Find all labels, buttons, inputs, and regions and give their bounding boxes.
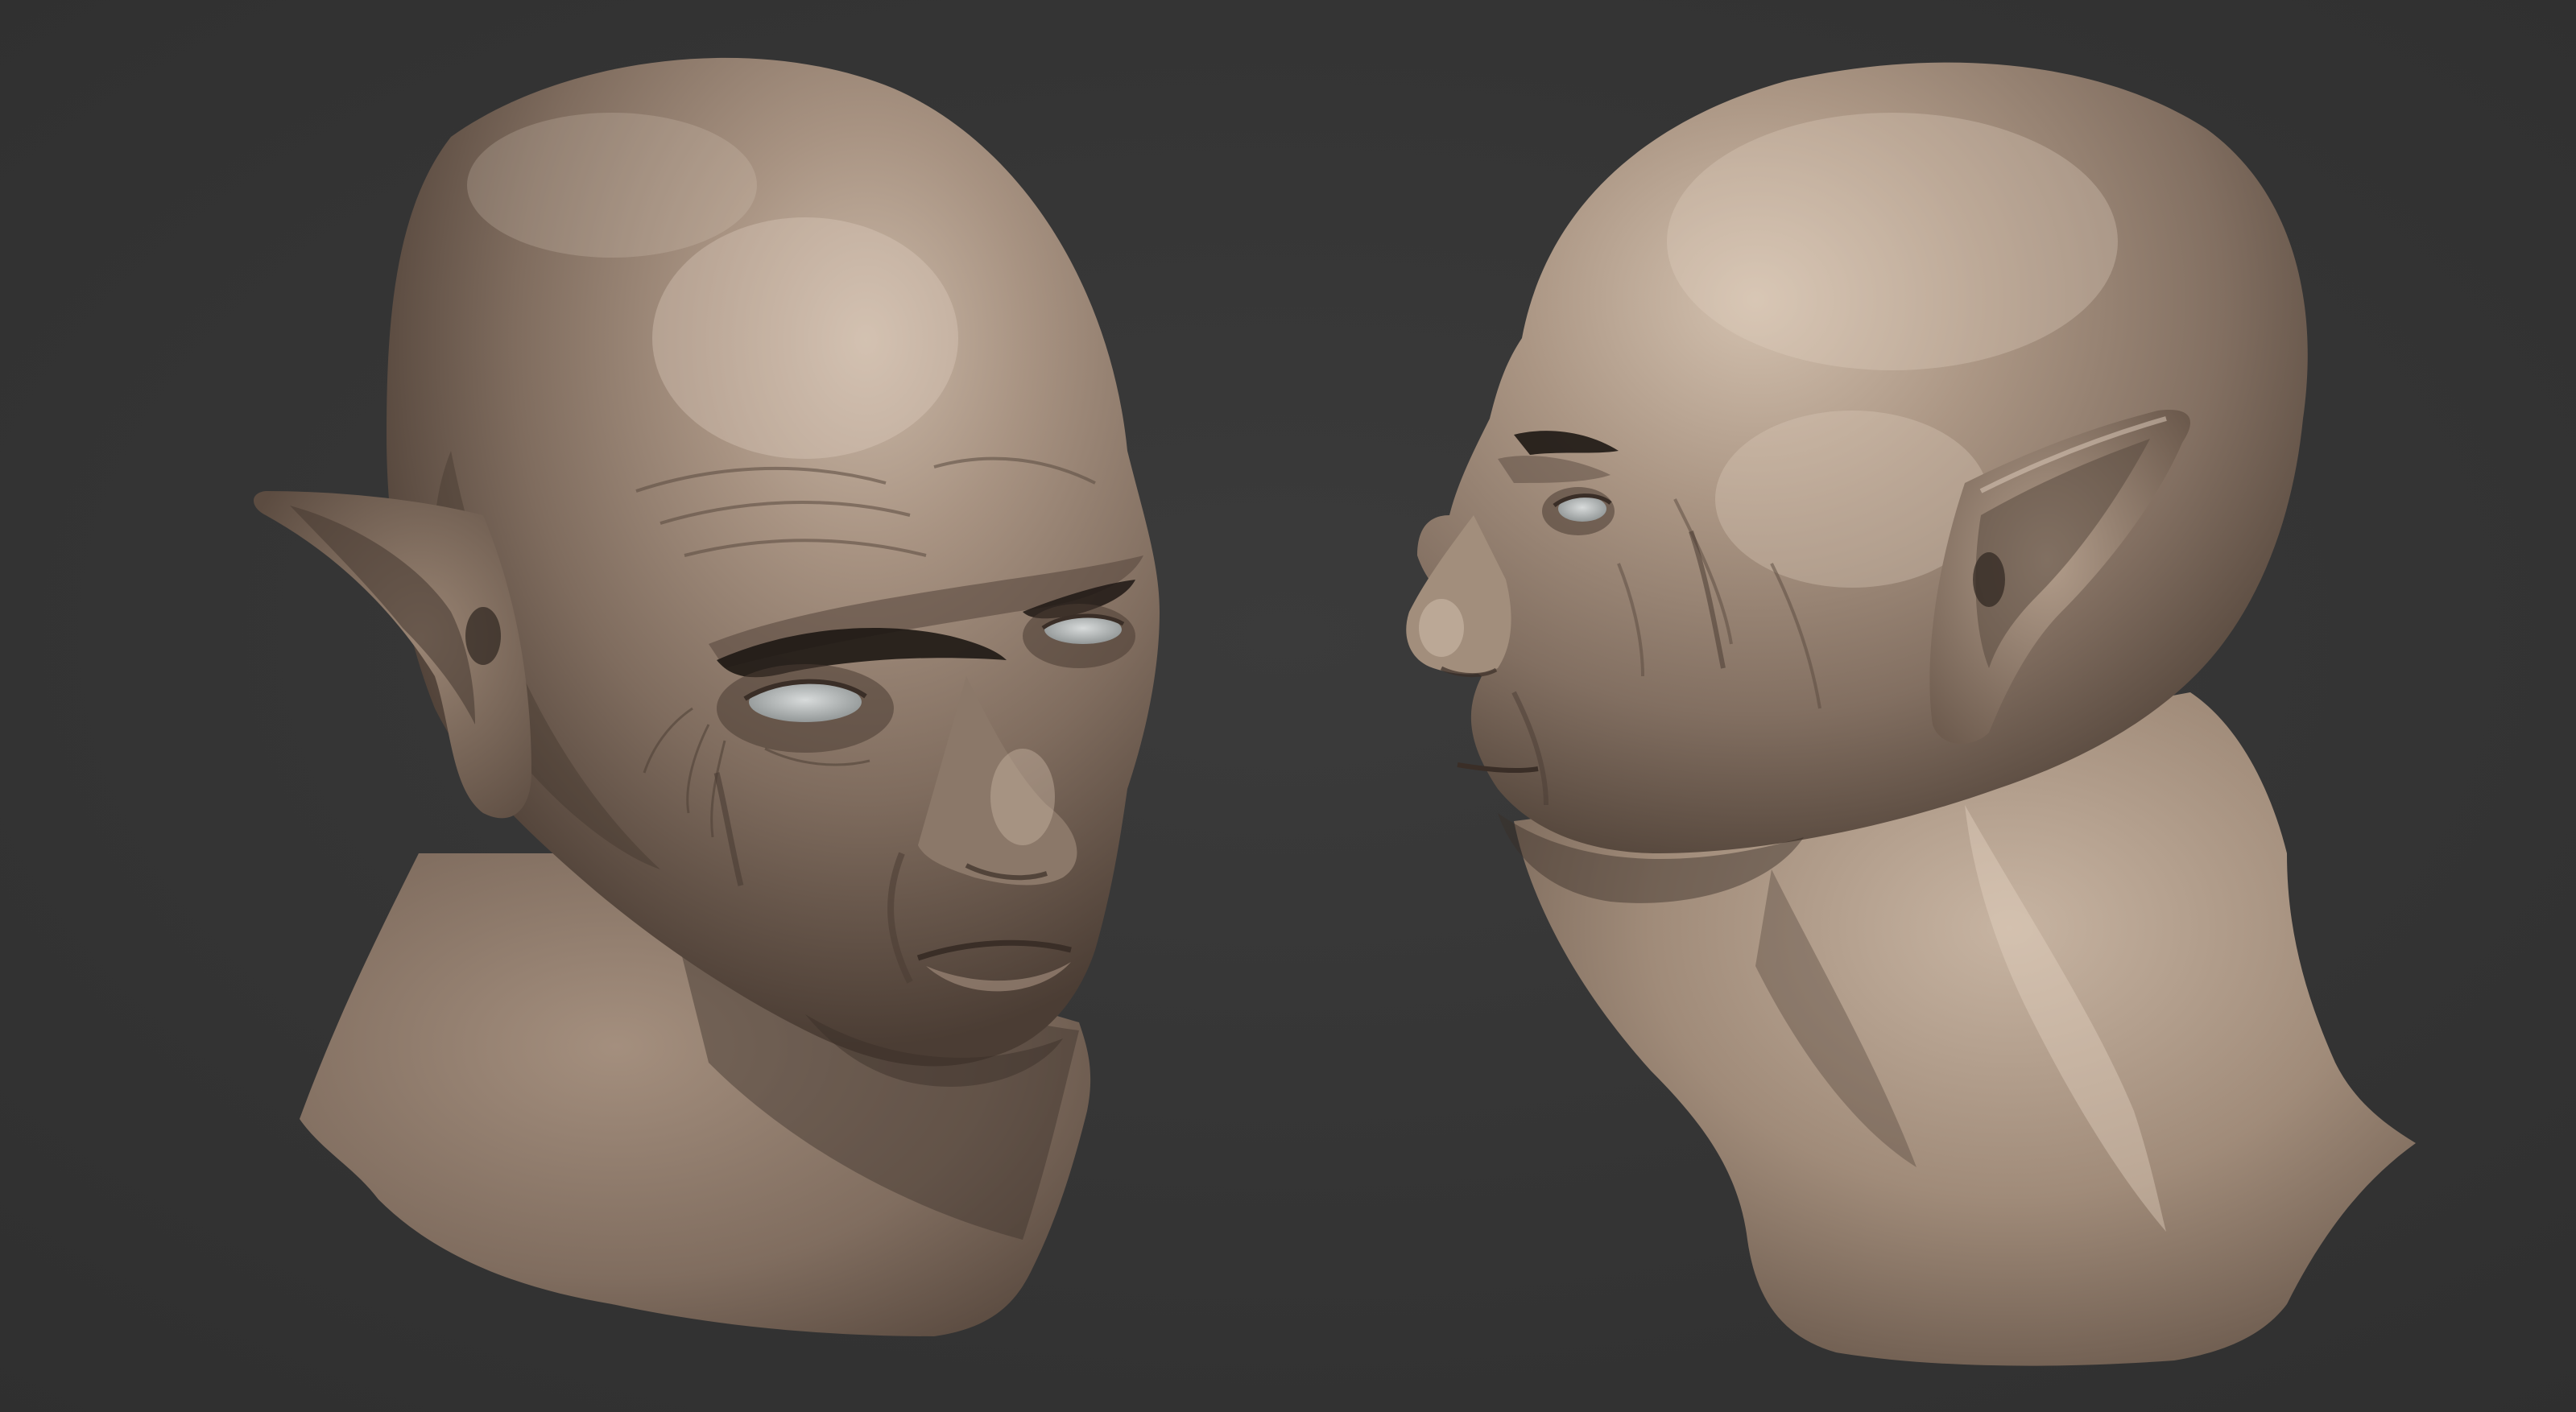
right-nose-highlight xyxy=(1419,599,1464,657)
left-ear-canal xyxy=(465,607,501,665)
render-canvas xyxy=(0,0,2576,1412)
right-crown-highlight xyxy=(1667,113,2118,370)
left-nose-highlight xyxy=(990,749,1055,845)
right-ear-canal xyxy=(1973,552,2005,607)
left-crown-highlight xyxy=(467,113,757,258)
left-forehead-highlight xyxy=(652,217,958,459)
sculpt-viewport[interactable] xyxy=(0,0,2576,1412)
